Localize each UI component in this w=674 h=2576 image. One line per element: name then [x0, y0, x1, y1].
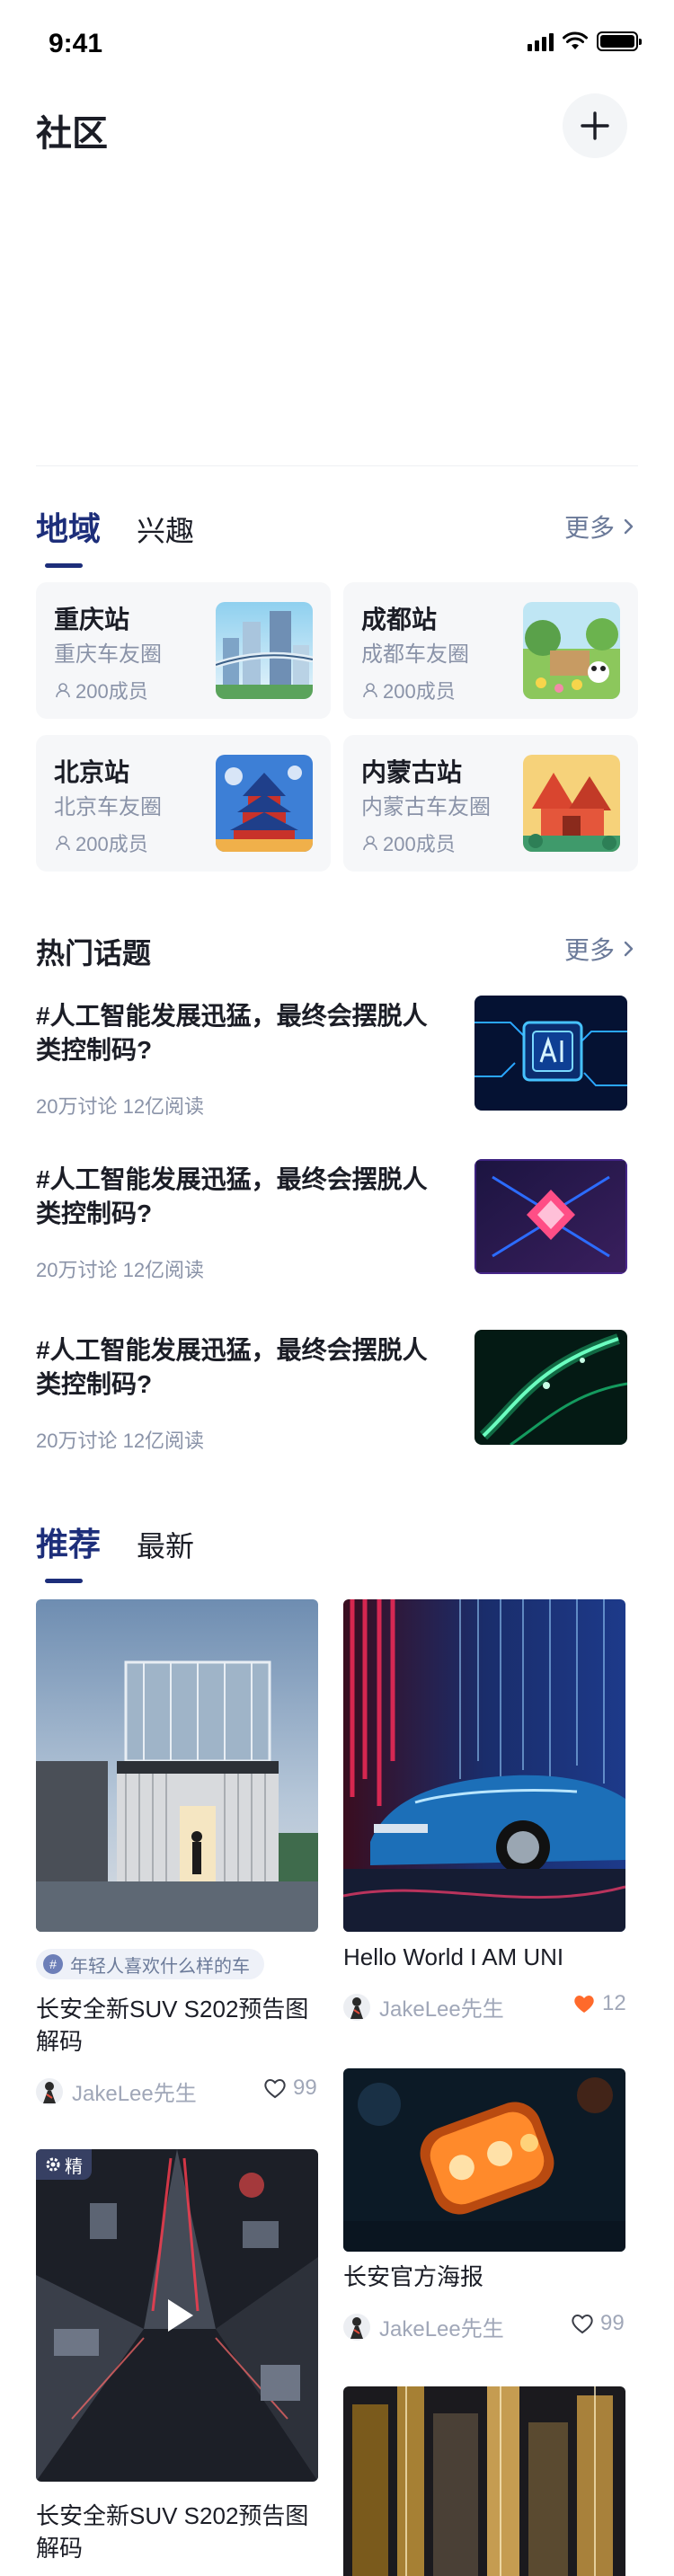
- topic-tag-label: 年轻人喜欢什么样的车: [70, 1956, 250, 1977]
- more-label: 更多: [563, 514, 615, 542]
- topic-thumbnail: [474, 1159, 627, 1274]
- like-button[interactable]: 99: [570, 2311, 625, 2336]
- region-card-chongqing[interactable]: 重庆站 重庆车友圈 200成员: [36, 582, 331, 719]
- topic-meta: 20万讨论 12亿阅读: [36, 1259, 205, 1281]
- heart-outline-icon: [264, 2079, 286, 2099]
- region-sub: 北京车友圈: [54, 795, 162, 819]
- like-button[interactable]: 12: [572, 1991, 626, 2016]
- status-bar: 9:41: [0, 0, 674, 86]
- author-name: JakeLee先生: [72, 2082, 197, 2106]
- members-count: 200成员: [75, 680, 148, 703]
- chevron-right-icon: [624, 518, 634, 535]
- region-sub: 成都车友圈: [361, 642, 469, 667]
- like-count: 12: [602, 1991, 626, 2015]
- region-name: 内蒙古站: [361, 758, 463, 786]
- like-button[interactable]: 99: [262, 2076, 317, 2101]
- tab-region[interactable]: 地域: [36, 503, 101, 568]
- feed-card-title: Hello World I AM UNI: [343, 1943, 564, 1970]
- region-card-neimenggu[interactable]: 内蒙古站 内蒙古车友圈 200成员: [343, 735, 638, 872]
- topic-thumbnail: [474, 1330, 627, 1445]
- topic-meta: 20万讨论 12亿阅读: [36, 1095, 205, 1118]
- user-icon: [363, 836, 377, 851]
- hot-topics-title: 热门话题: [36, 937, 152, 969]
- feed-card-title: 长安全新SUV S202预告图解码: [36, 1996, 309, 2055]
- tab-latest[interactable]: 最新: [137, 1524, 194, 1565]
- avatar: [36, 2077, 63, 2105]
- feed-card-author[interactable]: JakeLee先生: [343, 1991, 504, 2023]
- region-name: 成都站: [361, 606, 438, 633]
- region-image-neimenggu: [523, 755, 620, 852]
- feed-card-image: [343, 2068, 625, 2252]
- region-card-beijing[interactable]: 北京站 北京车友圈 200成员: [36, 735, 331, 872]
- feed-card-image: 精: [36, 2149, 318, 2482]
- hash-icon: #: [43, 1954, 63, 1974]
- status-time: 9:41: [49, 29, 103, 58]
- topic-tag-chip[interactable]: # 年轻人喜欢什么样的车: [36, 1949, 264, 1979]
- more-label: 更多: [563, 936, 615, 964]
- gear-icon: [46, 2157, 60, 2172]
- user-icon: [56, 683, 70, 698]
- cellular-signal-icon: [528, 31, 554, 51]
- user-icon: [363, 683, 377, 698]
- heart-outline-icon: [572, 2315, 593, 2334]
- region-image-chengdu: [523, 602, 620, 699]
- author-name: JakeLee先生: [379, 2317, 504, 2341]
- play-icon[interactable]: [145, 2283, 209, 2348]
- topic-thumbnail: [474, 996, 627, 1111]
- region-image-beijing: [216, 755, 313, 852]
- feed-card-title: 长安全新SUV S202预告图解码: [36, 2502, 309, 2562]
- community-tabs: 地域 兴趣: [36, 503, 194, 568]
- members-count: 200成员: [383, 680, 456, 703]
- topic-title: #人工智能发展迅猛，最终会摆脱人类控制码?: [36, 1165, 428, 1227]
- region-card-chengdu[interactable]: 成都站 成都车友圈 200成员: [343, 582, 638, 719]
- feed-tabs: 推荐 最新: [36, 1518, 194, 1583]
- divider: [36, 465, 638, 466]
- region-members: 200成员: [54, 828, 148, 857]
- region-sub: 重庆车友圈: [54, 642, 162, 667]
- region-members: 200成员: [54, 676, 148, 704]
- topic-meta: 20万讨论 12亿阅读: [36, 1430, 205, 1452]
- feed-card-image: [343, 2386, 625, 2576]
- essence-badge: 精: [36, 2149, 92, 2180]
- tab-recommend[interactable]: 推荐: [36, 1518, 101, 1583]
- avatar: [343, 1993, 370, 2021]
- region-name: 北京站: [54, 758, 130, 786]
- topic-title: #人工智能发展迅猛，最终会摆脱人类控制码?: [36, 1002, 428, 1064]
- region-members: 200成员: [361, 828, 456, 857]
- like-count: 99: [293, 2076, 317, 2100]
- region-members: 200成员: [361, 676, 456, 704]
- feed-card-author[interactable]: JakeLee先生: [36, 2076, 197, 2107]
- add-button[interactable]: [563, 93, 627, 158]
- wifi-icon: [563, 31, 588, 49]
- feed-card-author[interactable]: JakeLee先生: [343, 2311, 504, 2342]
- avatar: [343, 2313, 370, 2341]
- hot-topics-more-link[interactable]: 更多: [564, 931, 638, 967]
- feed-card-image: [36, 1599, 318, 1932]
- region-sub: 内蒙古车友圈: [361, 795, 491, 819]
- feed-card-image: [343, 1599, 625, 1932]
- region-name: 重庆站: [54, 606, 130, 633]
- chevron-right-icon: [624, 941, 634, 957]
- heart-filled-icon: [574, 1996, 594, 2013]
- status-icons: [528, 31, 642, 52]
- user-icon: [56, 836, 70, 851]
- essence-label: 精: [65, 2156, 83, 2177]
- members-count: 200成员: [75, 833, 148, 855]
- feed-card-title: 长安官方海报: [343, 2263, 484, 2290]
- community-more-link[interactable]: 更多: [564, 509, 638, 544]
- tab-interest[interactable]: 兴趣: [137, 509, 194, 550]
- topic-title: #人工智能发展迅猛，最终会摆脱人类控制码?: [36, 1336, 428, 1398]
- page-title: 社区: [36, 114, 108, 154]
- members-count: 200成员: [383, 833, 456, 855]
- author-name: JakeLee先生: [379, 1997, 504, 2022]
- region-image-chongqing: [216, 602, 313, 699]
- battery-icon: [597, 31, 642, 51]
- plus-icon: [581, 111, 609, 140]
- like-count: 99: [600, 2311, 625, 2335]
